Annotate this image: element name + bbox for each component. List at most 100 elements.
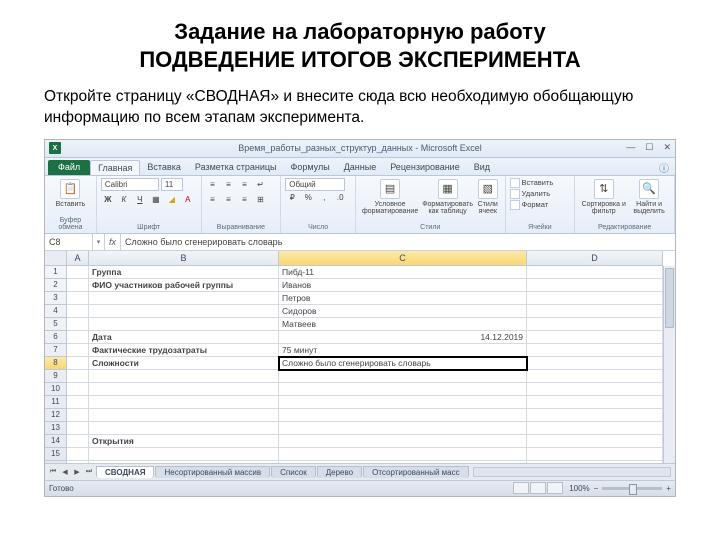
maximize-button[interactable]: ☐: [645, 142, 653, 153]
cell[interactable]: [527, 344, 663, 357]
cell[interactable]: [279, 435, 527, 448]
cell[interactable]: [67, 331, 89, 344]
row-header[interactable]: 10: [45, 383, 66, 396]
cell[interactable]: [527, 396, 663, 409]
align-middle-button[interactable]: ≡: [222, 178, 236, 191]
row-header[interactable]: 4: [45, 305, 66, 318]
border-button[interactable]: ▦: [149, 193, 163, 206]
row-header[interactable]: 7: [45, 344, 66, 357]
minimize-button[interactable]: —: [626, 142, 635, 153]
row-header[interactable]: 5: [45, 318, 66, 331]
fill-color-button[interactable]: ◢: [165, 193, 179, 206]
sheet-tab[interactable]: СВОДНАЯ: [96, 466, 154, 478]
align-left-button[interactable]: ≡: [206, 193, 220, 206]
row-header[interactable]: 3: [45, 292, 66, 305]
align-top-button[interactable]: ≡: [206, 178, 220, 191]
cell[interactable]: [279, 448, 527, 461]
view-break-button[interactable]: [547, 482, 563, 494]
tab-5[interactable]: Рецензирование: [383, 160, 467, 175]
align-right-button[interactable]: ≡: [238, 193, 252, 206]
cell[interactable]: [67, 461, 89, 463]
cell[interactable]: Открытия: [89, 435, 279, 448]
cell[interactable]: [527, 370, 663, 383]
cell[interactable]: [89, 448, 279, 461]
font-name-select[interactable]: Calibri: [101, 178, 159, 191]
close-button[interactable]: ✕: [663, 142, 671, 153]
row-header[interactable]: 13: [45, 422, 66, 435]
tab-3[interactable]: Формулы: [284, 160, 337, 175]
horizontal-scrollbar[interactable]: [473, 467, 671, 477]
zoom-in-button[interactable]: +: [666, 484, 671, 493]
col-header-D[interactable]: D: [527, 251, 663, 265]
cell[interactable]: [527, 292, 663, 305]
cell[interactable]: [527, 383, 663, 396]
font-color-button[interactable]: A: [181, 193, 195, 206]
tab-file[interactable]: Файл: [48, 160, 90, 175]
cell[interactable]: Петров: [279, 292, 527, 305]
row-header[interactable]: 6: [45, 331, 66, 344]
cell[interactable]: [527, 435, 663, 448]
cell[interactable]: Фактические трудозатраты: [89, 344, 279, 357]
insert-cells-button[interactable]: Вставить: [510, 178, 571, 188]
name-box-dropdown[interactable]: ▾: [93, 234, 105, 250]
tab-2[interactable]: Разметка страницы: [188, 160, 284, 175]
cell[interactable]: Матвеев: [279, 318, 527, 331]
formula-input[interactable]: Сложно было сгенерировать словарь: [121, 234, 675, 250]
percent-button[interactable]: %: [301, 191, 315, 204]
cell[interactable]: [67, 357, 89, 370]
cell[interactable]: Сложно было сгенерировать словарь: [279, 357, 527, 370]
number-format-select[interactable]: Общий: [285, 178, 345, 191]
cell[interactable]: [67, 370, 89, 383]
cell[interactable]: [89, 396, 279, 409]
sheet-tab[interactable]: Отсортированный масс: [363, 466, 468, 478]
cell[interactable]: [527, 422, 663, 435]
zoom-out-button[interactable]: −: [594, 484, 599, 493]
delete-cells-button[interactable]: Удалить: [510, 189, 571, 199]
cell[interactable]: [67, 409, 89, 422]
col-header-A[interactable]: A: [67, 251, 89, 265]
name-box[interactable]: C8: [45, 234, 93, 250]
comma-button[interactable]: ,: [317, 191, 331, 204]
cell[interactable]: [89, 383, 279, 396]
cell[interactable]: [67, 435, 89, 448]
cell[interactable]: [279, 409, 527, 422]
fx-icon[interactable]: fx: [105, 234, 121, 250]
wrap-text-button[interactable]: ↵: [254, 178, 268, 191]
zoom-slider[interactable]: [602, 487, 662, 490]
cell[interactable]: [89, 422, 279, 435]
scroll-thumb[interactable]: [665, 268, 674, 328]
cell[interactable]: [67, 305, 89, 318]
cell[interactable]: [89, 305, 279, 318]
sheet-nav-prev[interactable]: ◀: [59, 466, 71, 478]
cell[interactable]: [279, 370, 527, 383]
merge-button[interactable]: ⊞: [254, 193, 268, 206]
view-layout-button[interactable]: [530, 482, 546, 494]
cell[interactable]: [527, 305, 663, 318]
cell[interactable]: [279, 422, 527, 435]
cells-grid[interactable]: ГруппаПибд-11ФИО участников рабочей груп…: [67, 266, 663, 463]
tab-6[interactable]: Вид: [467, 160, 497, 175]
find-select-button[interactable]: 🔍 Найти и выделить: [628, 178, 670, 219]
cell[interactable]: 14.12.2019: [279, 331, 527, 344]
cell[interactable]: [67, 383, 89, 396]
cell[interactable]: [89, 409, 279, 422]
cell[interactable]: [89, 461, 279, 463]
cell[interactable]: Иванов: [279, 279, 527, 292]
tab-1[interactable]: Вставка: [140, 160, 187, 175]
format-cells-button[interactable]: Формат: [510, 200, 571, 210]
cell[interactable]: [89, 292, 279, 305]
row-header[interactable]: 12: [45, 409, 66, 422]
cell[interactable]: [89, 370, 279, 383]
align-bottom-button[interactable]: ≡: [238, 178, 252, 191]
view-normal-button[interactable]: [513, 482, 529, 494]
cell[interactable]: [89, 318, 279, 331]
cell[interactable]: [279, 461, 527, 463]
row-header[interactable]: 9: [45, 370, 66, 383]
sheet-tab[interactable]: Список: [271, 466, 316, 478]
cell[interactable]: 75 минут: [279, 344, 527, 357]
cell[interactable]: ФИО участников рабочей группы: [89, 279, 279, 292]
help-icon[interactable]: ⓘ: [659, 160, 669, 175]
font-size-select[interactable]: 11: [161, 178, 183, 191]
cell[interactable]: [67, 422, 89, 435]
cell[interactable]: [67, 279, 89, 292]
